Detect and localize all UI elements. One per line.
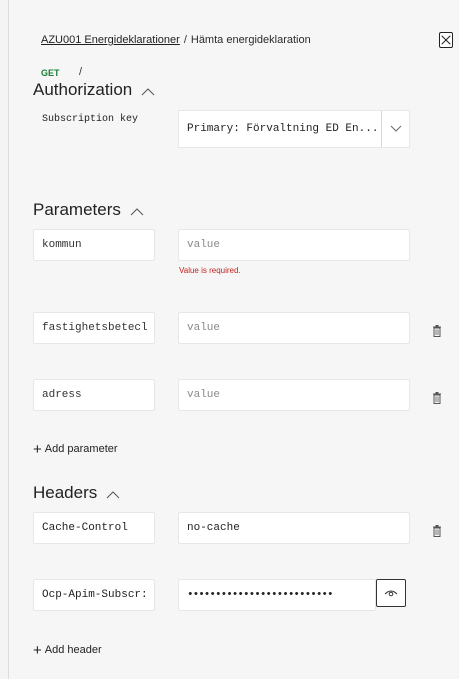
add-header-button[interactable]: + Add header bbox=[33, 642, 102, 659]
request-path: / bbox=[79, 66, 83, 78]
eye-icon bbox=[384, 590, 398, 597]
chevron-up-icon bbox=[130, 207, 143, 215]
breadcrumb-operation: Hämta energideklaration bbox=[190, 34, 311, 46]
subscription-key-label: Subscription key bbox=[42, 114, 139, 125]
test-console-panel: AZU001 Energideklarationer / Hämta energid… bbox=[8, 0, 458, 679]
delete-parameter-button[interactable] bbox=[432, 324, 442, 342]
header-value-subscription-key[interactable]: •••••••••••••••••••••••••• bbox=[178, 579, 376, 611]
authorization-title: Authorization bbox=[33, 80, 133, 99]
trash-icon bbox=[433, 525, 441, 537]
headers-section-header[interactable]: Headers bbox=[33, 483, 120, 503]
parameter-value-adress[interactable]: value bbox=[178, 379, 410, 411]
breadcrumb-api-link[interactable]: AZU001 Energideklarationer bbox=[41, 34, 180, 46]
chevron-up-icon bbox=[141, 87, 155, 95]
parameter-value-kommun[interactable]: value bbox=[178, 229, 410, 261]
parameter-value-fastighetsbeteckning[interactable]: value bbox=[178, 312, 410, 344]
plus-icon: + bbox=[33, 441, 42, 458]
parameter-name-kommun[interactable]: kommun bbox=[33, 229, 155, 261]
parameters-section-header[interactable]: Parameters bbox=[33, 200, 144, 220]
delete-parameter-button[interactable] bbox=[432, 391, 442, 409]
header-name-ocp-apim-subscription[interactable]: Ocp-Apim-Subscr: bbox=[33, 579, 155, 611]
delete-header-button[interactable] bbox=[432, 524, 442, 542]
validation-error: Value is required. bbox=[179, 266, 241, 275]
subscription-key-select[interactable]: Primary: Förvaltning ED En... bbox=[178, 110, 410, 148]
breadcrumb-separator: / bbox=[183, 34, 187, 46]
authorization-section-header[interactable]: Authorization bbox=[33, 80, 155, 100]
chevron-down-icon bbox=[390, 125, 401, 132]
breadcrumb: AZU001 Energideklarationer / Hämta energid… bbox=[41, 34, 311, 46]
close-icon bbox=[441, 35, 451, 45]
parameters-title: Parameters bbox=[33, 200, 121, 219]
add-header-label: Add header bbox=[44, 644, 102, 656]
trash-icon bbox=[433, 325, 441, 337]
subscription-key-selected: Primary: Förvaltning ED En... bbox=[187, 123, 379, 135]
header-value-cache-control[interactable]: no-cache bbox=[178, 512, 410, 544]
plus-icon: + bbox=[33, 642, 42, 659]
add-parameter-label: Add parameter bbox=[44, 443, 118, 455]
parameter-name-fastighetsbeteckning[interactable]: fastighetsbetecl bbox=[33, 312, 155, 344]
parameter-name-adress[interactable]: adress bbox=[33, 379, 155, 411]
trash-icon bbox=[433, 392, 441, 404]
http-method: GET bbox=[41, 68, 60, 78]
add-parameter-button[interactable]: + Add parameter bbox=[33, 441, 118, 458]
toggle-visibility-button[interactable] bbox=[376, 579, 406, 607]
close-button[interactable] bbox=[439, 32, 453, 48]
chevron-up-icon bbox=[106, 490, 120, 498]
dropdown-toggle[interactable] bbox=[381, 111, 409, 147]
headers-title: Headers bbox=[33, 483, 98, 502]
header-name-cache-control[interactable]: Cache-Control bbox=[33, 512, 155, 544]
